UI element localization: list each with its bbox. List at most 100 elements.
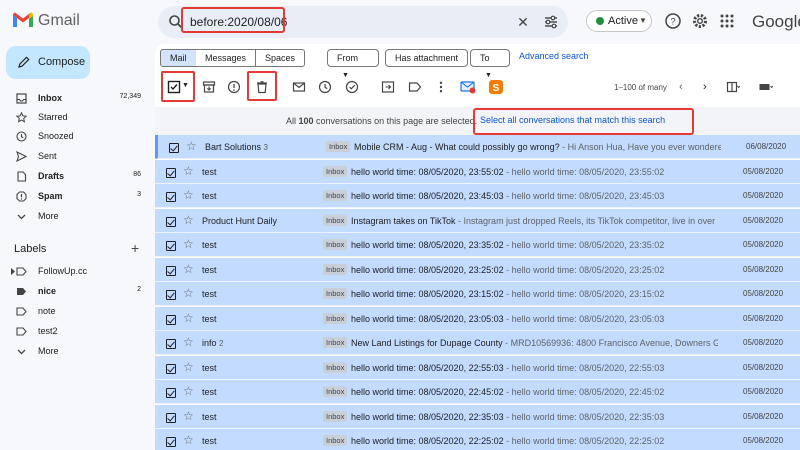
advanced-search-link[interactable]: Advanced search bbox=[519, 51, 589, 61]
star-icon[interactable]: ☆ bbox=[186, 140, 197, 152]
conversation-row[interactable]: ☆ test Inbox hello world time: 08/05/2020,… bbox=[155, 355, 800, 380]
selection-count: 100 bbox=[298, 116, 314, 126]
conversation-row[interactable]: ☆ test Inbox hello world time: 08/05/2020,… bbox=[155, 282, 800, 306]
row-checkbox[interactable] bbox=[166, 339, 176, 349]
row-subject: hello world time: 08/05/2020, 22:25:02 -… bbox=[351, 436, 718, 446]
google-account-wordmark[interactable]: Google bbox=[752, 12, 800, 32]
to-filter-chip[interactable]: To ▼ bbox=[470, 49, 510, 79]
next-page-icon[interactable]: › bbox=[703, 81, 707, 93]
row-checkbox[interactable] bbox=[166, 290, 176, 300]
sidebar-item-more[interactable]: More bbox=[0, 208, 150, 226]
prev-page-icon[interactable]: ‹ bbox=[679, 81, 683, 93]
clear-search-icon[interactable]: ✕ bbox=[515, 14, 531, 30]
row-checkbox[interactable] bbox=[166, 314, 176, 325]
row-checkbox[interactable] bbox=[166, 216, 176, 227]
sidebar-item-drafts[interactable]: Drafts 86 bbox=[0, 168, 150, 186]
select-caret-icon[interactable]: ▼ bbox=[182, 82, 189, 89]
row-sender: test bbox=[202, 240, 217, 250]
conversation-row[interactable]: ☆ test Inbox hello world time: 08/05/2020,… bbox=[155, 184, 800, 208]
row-checkbox[interactable] bbox=[166, 241, 176, 251]
extension-mail-tracker-icon[interactable] bbox=[460, 79, 476, 95]
star-icon[interactable]: ☆ bbox=[183, 410, 194, 422]
snooze-clock-icon[interactable] bbox=[318, 80, 332, 94]
sidebar-item-inbox[interactable]: Inbox 72,349 bbox=[0, 90, 150, 108]
mark-unread-icon[interactable] bbox=[292, 80, 306, 94]
sender-name: test bbox=[202, 411, 217, 422]
selection-banner: All 100 conversations on this page are s… bbox=[155, 107, 800, 135]
archive-icon[interactable] bbox=[202, 80, 216, 94]
label-item-followup[interactable]: FollowUp.cc bbox=[0, 263, 150, 281]
star-icon[interactable]: ☆ bbox=[183, 287, 194, 299]
conversation-row[interactable]: ☆ info 2 Inbox New Land Listings for Dupage… bbox=[155, 331, 800, 355]
label-as-icon[interactable] bbox=[408, 80, 422, 94]
sidebar-item-sent[interactable]: Sent bbox=[0, 148, 150, 166]
conversation-row[interactable]: ☆ test Inbox hello world time: 08/05/2020,… bbox=[155, 159, 800, 184]
row-checkbox[interactable] bbox=[166, 265, 176, 276]
sidebar-item-snoozed[interactable]: Snoozed bbox=[0, 128, 150, 146]
row-checkbox[interactable] bbox=[166, 388, 176, 398]
apps-grid-icon[interactable] bbox=[718, 12, 736, 30]
star-icon[interactable]: ☆ bbox=[183, 361, 194, 373]
trash-icon[interactable] bbox=[255, 80, 269, 94]
conversation-row[interactable]: ☆ test Inbox hello world time: 08/05/2020,… bbox=[155, 429, 800, 450]
select-all-checkbox-icon[interactable] bbox=[167, 80, 181, 94]
select-all-matching-link[interactable]: Select all conversations that match this… bbox=[480, 115, 665, 125]
from-filter-chip[interactable]: From ▼ bbox=[327, 49, 379, 79]
label-item-note[interactable]: note bbox=[0, 303, 150, 321]
row-checkbox[interactable] bbox=[169, 143, 179, 153]
row-checkbox[interactable] bbox=[166, 412, 176, 423]
conversation-row[interactable]: ☆ test Inbox hello world time: 08/05/2020,… bbox=[155, 404, 800, 429]
gmail-logo-icon[interactable] bbox=[12, 11, 34, 28]
row-subject: New Land Listings for Dupage County - MR… bbox=[351, 338, 718, 348]
conversation-row[interactable]: ☆ test Inbox hello world time: 08/05/2020,… bbox=[155, 233, 800, 257]
conversation-row[interactable]: ☆ test Inbox hello world time: 08/05/2020,… bbox=[155, 380, 800, 404]
star-icon[interactable]: ☆ bbox=[183, 385, 194, 397]
compose-button[interactable]: Compose bbox=[6, 46, 90, 79]
settings-gear-icon[interactable] bbox=[691, 12, 709, 30]
sidebar-item-spam[interactable]: Spam 3 bbox=[0, 188, 150, 206]
report-spam-icon[interactable] bbox=[227, 80, 241, 94]
row-checkbox[interactable] bbox=[166, 363, 176, 374]
sidebar-item-starred[interactable]: Starred bbox=[0, 109, 150, 127]
input-tools-keyboard-icon[interactable] bbox=[759, 80, 773, 94]
conversation-row[interactable]: ☆ Bart Solutions 3 Inbox Mobile CRM - Aug -… bbox=[155, 135, 800, 159]
search-highlight-box bbox=[181, 7, 285, 33]
has-attachment-chip[interactable]: Has attachment bbox=[385, 49, 469, 67]
status-button[interactable]: Active ▼ bbox=[586, 10, 652, 32]
search-options-icon[interactable] bbox=[543, 14, 559, 30]
star-icon[interactable]: ☆ bbox=[183, 434, 194, 446]
snippet-text: - hello world time: 08/05/2020, 22:35:03 bbox=[503, 411, 665, 422]
add-to-tasks-icon[interactable] bbox=[345, 80, 359, 94]
tab-mail[interactable]: Mail bbox=[160, 49, 197, 67]
row-checkbox[interactable] bbox=[166, 167, 176, 178]
sender-name: test bbox=[202, 313, 217, 324]
sender-name: test bbox=[202, 166, 217, 177]
split-pane-icon[interactable] bbox=[726, 80, 740, 94]
star-icon[interactable]: ☆ bbox=[183, 312, 194, 324]
inbox-label-badge: Inbox bbox=[323, 361, 348, 373]
conversation-row[interactable]: ☆ Product Hunt Daily Inbox Instagram takes… bbox=[155, 208, 800, 233]
star-icon[interactable]: ☆ bbox=[183, 165, 194, 177]
label-item-test2[interactable]: test2 bbox=[0, 323, 150, 341]
row-date: 05/08/2020 bbox=[743, 338, 784, 347]
label-item-nice[interactable]: nice 2 bbox=[0, 283, 150, 301]
row-checkbox[interactable] bbox=[166, 437, 176, 447]
star-icon[interactable]: ☆ bbox=[183, 263, 194, 275]
conversation-row[interactable]: ☆ test Inbox hello world time: 08/05/2020,… bbox=[155, 306, 800, 331]
star-icon[interactable]: ☆ bbox=[183, 214, 194, 226]
star-icon[interactable]: ☆ bbox=[183, 189, 194, 201]
label-item-more[interactable]: More bbox=[0, 343, 150, 361]
star-icon[interactable]: ☆ bbox=[183, 336, 194, 348]
more-options-icon[interactable] bbox=[434, 80, 448, 94]
row-checkbox[interactable] bbox=[166, 192, 176, 202]
add-label-icon[interactable]: + bbox=[131, 240, 139, 256]
status-dot bbox=[596, 17, 604, 25]
tab-spaces[interactable]: Spaces bbox=[256, 49, 306, 67]
subject-text: New Land Listings for Dupage County bbox=[351, 338, 503, 348]
extension-s-icon[interactable]: S bbox=[488, 79, 504, 95]
tab-messages[interactable]: Messages bbox=[196, 49, 257, 67]
help-icon[interactable]: ? bbox=[664, 12, 682, 30]
conversation-row[interactable]: ☆ test Inbox hello world time: 08/05/2020,… bbox=[155, 257, 800, 282]
move-to-icon[interactable] bbox=[381, 80, 395, 94]
star-icon[interactable]: ☆ bbox=[183, 238, 194, 250]
